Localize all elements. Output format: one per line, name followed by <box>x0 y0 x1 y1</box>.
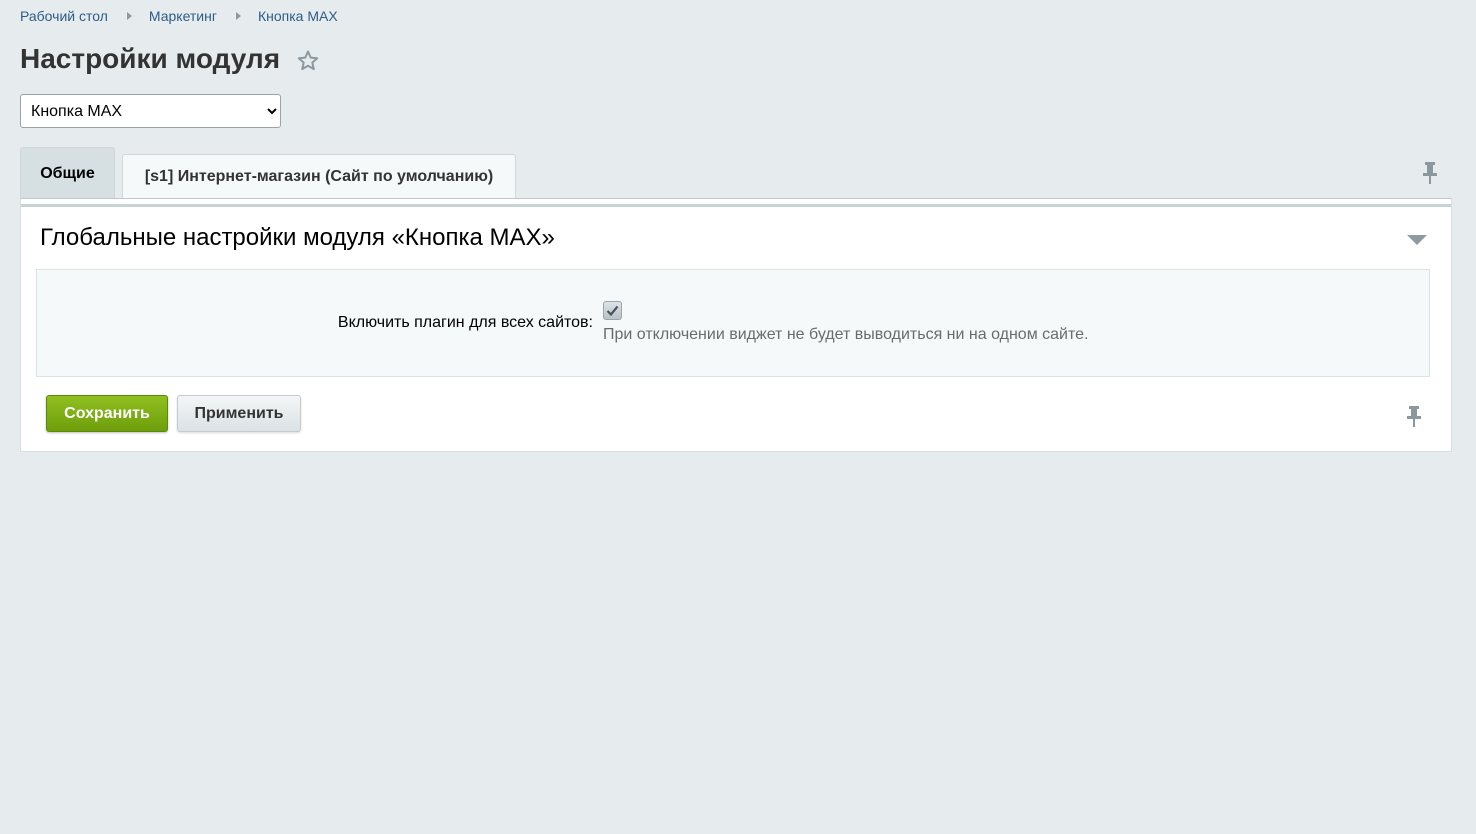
tab-general-label: Общие <box>40 164 95 182</box>
check-icon <box>606 305 619 317</box>
breadcrumb: Рабочий стол Маркетинг Кнопка MAX <box>20 8 338 24</box>
save-button[interactable]: Сохранить <box>46 395 168 432</box>
panel-divider <box>21 204 1451 207</box>
apply-button[interactable]: Применить <box>177 395 301 432</box>
breadcrumb-item-desktop[interactable]: Рабочий стол <box>20 8 108 24</box>
tab-site-s1[interactable]: [s1] Интернет-магазин (Сайт по умолчанию… <box>122 154 516 199</box>
module-select[interactable]: Кнопка MAX <box>20 94 281 128</box>
triangle-down-icon[interactable] <box>1407 233 1427 245</box>
breadcrumb-item-marketing[interactable]: Маркетинг <box>149 8 217 24</box>
tab-general[interactable]: Общие <box>20 147 115 199</box>
breadcrumb-separator-icon <box>126 12 132 20</box>
breadcrumb-separator-icon <box>235 12 241 20</box>
enable-plugin-checkbox[interactable] <box>603 301 622 320</box>
pin-icon[interactable] <box>1421 161 1439 185</box>
section-title: Глобальные настройки модуля «Кнопка MAX» <box>40 224 555 251</box>
star-icon[interactable] <box>296 49 320 73</box>
page-title: Настройки модуля <box>20 43 281 74</box>
tab-site-s1-label: [s1] Интернет-магазин (Сайт по умолчанию… <box>144 168 494 185</box>
enable-plugin-label: Включить плагин для всех сайтов: <box>337 314 593 331</box>
breadcrumb-item-module[interactable]: Кнопка MAX <box>258 8 338 24</box>
settings-block: Включить плагин для всех сайтов: При отк… <box>36 269 1430 377</box>
pin-icon[interactable] <box>1406 405 1422 427</box>
enable-plugin-hint: При отключении виджет не будет выводитьс… <box>603 326 1089 343</box>
settings-panel: Глобальные настройки модуля «Кнопка MAX»… <box>20 198 1452 452</box>
